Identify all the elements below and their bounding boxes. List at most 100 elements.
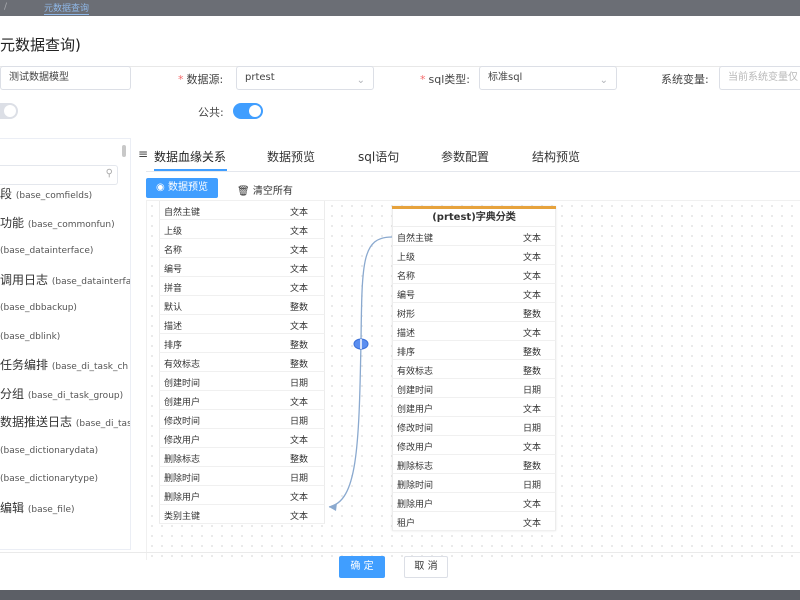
field-name: 创建时间 — [164, 379, 201, 389]
backdrop-header: / 元数据查询 — [0, 0, 800, 16]
tab-bar: ≡ 数据血缘关系 数据预览 sql语句 参数配置 结构预览 — [138, 138, 800, 172]
field-row[interactable]: 删除时间 日期 — [392, 474, 556, 493]
table-list-item[interactable]: 分组 (base_di_task_group) — [0, 385, 123, 402]
chevron-down-icon: ⌄ — [599, 75, 608, 86]
field-name: 默认 — [164, 303, 183, 313]
lineage-canvas[interactable]: 自然主键 文本 上级 文本 名称 文本 编号 文本 拼音 文本 默认 整数 描述 文本 排序 整数 有效标志 整数… — [146, 200, 800, 560]
field-row[interactable]: 排序 整数 — [392, 341, 556, 360]
field-type: 文本 — [289, 265, 308, 275]
table-list-item[interactable]: (base_dictionarytype) — [0, 470, 98, 484]
menu-icon: ≡ — [138, 147, 149, 161]
field-row[interactable]: 修改用户 文本 — [159, 429, 325, 448]
field-row[interactable]: 排序 整数 — [159, 334, 325, 353]
field-name: 拼音 — [164, 284, 183, 294]
breadcrumb-link[interactable]: 元数据查询 — [44, 1, 90, 15]
field-row[interactable]: 创建时间 日期 — [159, 372, 325, 391]
field-type: 文本 — [522, 443, 541, 453]
left-toggle-switch[interactable] — [0, 103, 18, 119]
table-list-item[interactable]: 功能 (base_commonfun) — [0, 214, 115, 231]
field-row[interactable]: 树形 整数 — [392, 303, 556, 322]
table-list-item[interactable]: (base_dbbackup) — [0, 299, 77, 313]
field-row[interactable]: 类别主键 文本 — [159, 505, 325, 524]
field-type: 文本 — [289, 322, 308, 332]
field-row[interactable]: 上级 文本 — [392, 246, 556, 265]
table-cn-name: 编辑 — [0, 500, 25, 515]
table-list-item[interactable]: (base_dblink) — [0, 328, 60, 342]
model-name-input[interactable]: 测试数据模型 — [0, 66, 131, 90]
field-type: 文本 — [522, 329, 541, 339]
field-name: 描述 — [164, 322, 183, 332]
field-row[interactable]: 创建用户 文本 — [159, 391, 325, 410]
table-list-item[interactable]: (base_datainterface) — [0, 242, 93, 256]
field-row[interactable]: 删除用户 文本 — [392, 493, 556, 512]
field-type: 日期 — [289, 474, 308, 484]
system-variable-label: 系统变量: — [661, 73, 709, 86]
field-row[interactable]: 有效标志 整数 — [392, 360, 556, 379]
field-row[interactable]: 创建用户 文本 — [392, 398, 556, 417]
scrollbar-thumb[interactable] — [122, 145, 126, 157]
clear-all-button-label: 清空所有 — [252, 186, 293, 197]
field-row[interactable]: 删除时间 日期 — [159, 467, 325, 486]
table-list-item[interactable]: 数据推送日志 (base_di_tas — [0, 413, 131, 430]
table-list-panel: ⚲ 段 (base_comfields) 功能 (base_commonfun) … — [0, 138, 131, 550]
public-toggle-switch[interactable] — [233, 103, 263, 119]
tab-data-lineage[interactable]: 数据血缘关系 — [154, 148, 226, 165]
field-type: 整数 — [289, 341, 308, 351]
field-type: 整数 — [522, 367, 541, 377]
system-variable-select[interactable]: 当前系统变量仅 — [719, 66, 800, 90]
datasource-select[interactable]: prtest ⌄ — [236, 66, 374, 90]
table-db-name: (base_commonfun) — [27, 219, 115, 230]
source-table-node[interactable]: 自然主键 文本 上级 文本 名称 文本 编号 文本 拼音 文本 默认 整数 描述 文本 排序 整数 有效标志 整数… — [159, 201, 325, 524]
field-row[interactable]: 名称 文本 — [159, 239, 325, 258]
field-row[interactable]: 删除标志 整数 — [159, 448, 325, 467]
table-list-item[interactable]: (base_dictionarydata) — [0, 442, 98, 456]
field-row[interactable]: 描述 文本 — [159, 315, 325, 334]
table-db-name: (base_dictionarydata) — [0, 445, 99, 456]
field-name: 删除标志 — [164, 455, 201, 465]
field-row[interactable]: 拼音 文本 — [159, 277, 325, 296]
breadcrumb-separator: / — [4, 2, 10, 12]
field-row[interactable]: 自然主键 文本 — [159, 201, 325, 220]
tab-sql-statement[interactable]: sql语句 — [358, 148, 399, 165]
field-name: 创建时间 — [397, 386, 434, 396]
field-name: 删除时间 — [164, 474, 201, 484]
confirm-button[interactable]: 确 定 — [339, 556, 385, 578]
field-row[interactable]: 编号 文本 — [159, 258, 325, 277]
datasource-label: * 数据源: — [178, 73, 224, 86]
field-name: 修改用户 — [164, 436, 201, 446]
table-db-name: (base_di_tas — [75, 419, 131, 429]
field-row[interactable]: 修改时间 日期 — [159, 410, 325, 429]
field-row[interactable]: 编号 文本 — [392, 284, 556, 303]
field-row[interactable]: 删除标志 整数 — [392, 455, 556, 474]
table-search-input[interactable]: ⚲ — [0, 165, 118, 185]
field-row[interactable]: 创建时间 日期 — [392, 379, 556, 398]
clear-all-button[interactable]: 🗑 清空所有 — [237, 182, 293, 197]
tab-data-preview[interactable]: 数据预览 — [267, 148, 315, 165]
field-type: 文本 — [289, 512, 308, 522]
field-row[interactable]: 租户 文本 — [392, 512, 556, 531]
field-row[interactable]: 删除用户 文本 — [159, 486, 325, 505]
table-list-item[interactable]: 任务编排 (base_di_task_ch — [0, 356, 128, 373]
field-name: 删除时间 — [397, 481, 434, 491]
field-row[interactable]: 有效标志 整数 — [159, 353, 325, 372]
table-list-item[interactable]: 段 (base_comfields) — [0, 185, 92, 202]
tab-parameter-config[interactable]: 参数配置 — [441, 148, 489, 165]
field-type: 文本 — [522, 253, 541, 263]
datasource-value: prtest — [245, 72, 275, 83]
field-row[interactable]: 默认 整数 — [159, 296, 325, 315]
table-db-name: (base_dbbackup) — [0, 303, 77, 313]
field-row[interactable]: 描述 文本 — [392, 322, 556, 341]
cancel-button[interactable]: 取 消 — [404, 556, 448, 578]
table-list-item[interactable]: 编辑 (base_file) — [0, 499, 75, 516]
field-row[interactable]: 上级 文本 — [159, 220, 325, 239]
table-list-item[interactable]: 调用日志 (base_datainterfa — [0, 271, 130, 288]
field-row[interactable]: 自然主键 文本 — [392, 227, 556, 246]
field-row[interactable]: 修改时间 日期 — [392, 417, 556, 436]
tab-structure-preview[interactable]: 结构预览 — [532, 148, 580, 165]
target-table-node[interactable]: (prtest)字典分类 自然主键 文本 上级 文本 名称 文本 编号 文本 树形 整数 描述 文本排… — [392, 206, 556, 531]
data-preview-button[interactable]: ◉ 数据预览 — [146, 178, 218, 198]
table-db-name: (base_di_task_ch — [51, 362, 129, 372]
sql-type-select[interactable]: 标准sql ⌄ — [479, 66, 617, 90]
field-row[interactable]: 名称 文本 — [392, 265, 556, 284]
field-row[interactable]: 修改用户 文本 — [392, 436, 556, 455]
